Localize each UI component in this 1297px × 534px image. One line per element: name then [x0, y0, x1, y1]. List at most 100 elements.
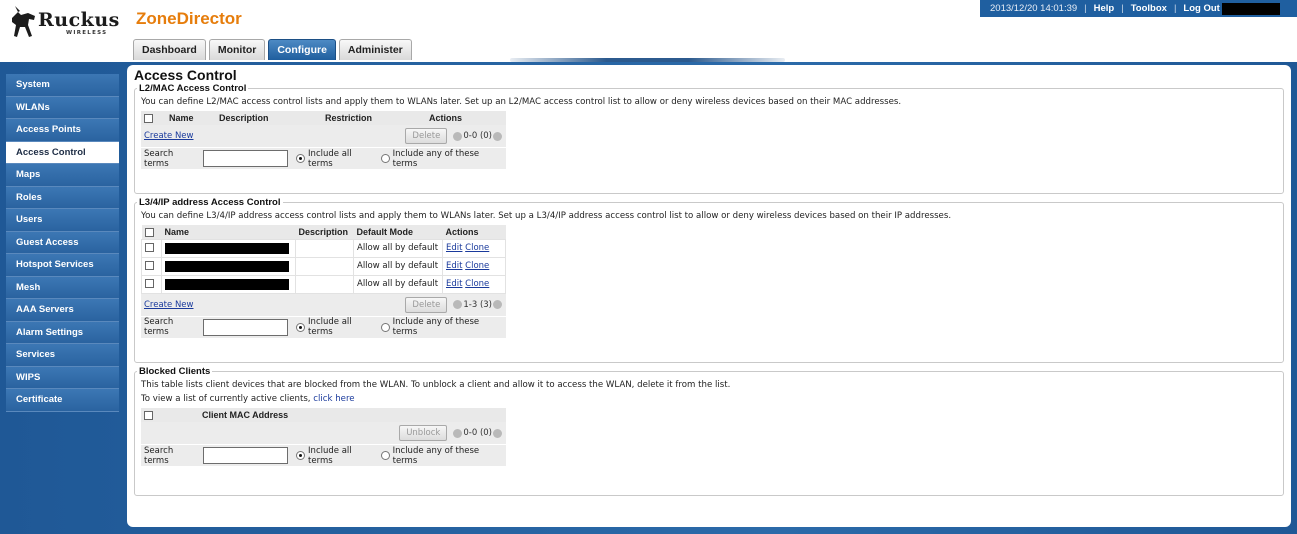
blocked-clients-legend: Blocked Clients: [139, 366, 211, 377]
l2-search-row: Search terms Include all terms Include a…: [141, 147, 506, 169]
tab-configure[interactable]: Configure: [268, 39, 336, 60]
include-any-radio[interactable]: [380, 451, 390, 460]
redacted-name: [165, 242, 289, 254]
l3-search-row: Search terms Include all terms Include a…: [141, 315, 506, 338]
sidebar-item-alarm-settings[interactable]: Alarm Settings: [6, 321, 119, 344]
include-all-label: Include all terms: [308, 317, 352, 337]
include-any-radio[interactable]: [380, 154, 390, 163]
help-link[interactable]: Help: [1094, 3, 1115, 14]
ruckus-logo: Ruckus WIRELESS: [8, 6, 123, 40]
search-label: Search terms: [144, 317, 174, 337]
sidebar-item-access-points[interactable]: Access Points: [6, 119, 119, 142]
clone-link[interactable]: Clone: [465, 261, 489, 271]
row-default-mode: Allow all by default: [353, 238, 443, 258]
sidebar-item-aaa-servers[interactable]: AAA Servers: [6, 299, 119, 322]
logout-link[interactable]: Log Out: [1183, 3, 1219, 14]
prev-page-icon[interactable]: [453, 428, 463, 438]
delete-button[interactable]: Delete: [405, 128, 448, 144]
prev-page-icon[interactable]: [453, 131, 463, 141]
select-all-checkbox[interactable]: [144, 411, 153, 421]
content-panel: Access Control L2/MAC Access Control You…: [127, 65, 1291, 527]
include-all-radio[interactable]: [296, 154, 306, 163]
l2-mac-legend: L2/MAC Access Control: [139, 83, 247, 94]
table-row: Allow all by default Edit Clone: [141, 256, 506, 276]
pager: 0-0 (0): [452, 131, 503, 141]
separator: |: [1084, 3, 1087, 14]
sidebar-item-access-control[interactable]: Access Control: [6, 141, 119, 164]
top-bar: Ruckus WIRELESS ZoneDirector 2013/12/20 …: [0, 0, 1297, 62]
row-description: [295, 238, 354, 258]
blocked-table-wrap: Client MAC Address Unblock 0-0 (0) Searc…: [141, 408, 506, 466]
sidebar-item-system[interactable]: System: [6, 74, 119, 97]
sidebar-item-hotspot-services[interactable]: Hotspot Services: [6, 254, 119, 277]
column-header: Description: [295, 225, 354, 239]
utility-bar: 2013/12/20 14:01:39 | Help | Toolbox | L…: [980, 0, 1297, 17]
include-any-label: Include any of these terms: [392, 148, 480, 169]
edit-link[interactable]: Edit: [446, 279, 462, 289]
l2-toolbar: Create New Delete 0-0 (0): [141, 125, 506, 147]
toolbox-link[interactable]: Toolbox: [1131, 3, 1167, 14]
edit-link[interactable]: Edit: [446, 261, 462, 271]
column-header: Client MAC Address: [199, 408, 506, 422]
create-new-link[interactable]: Create New: [144, 131, 194, 141]
sidebar-item-maps[interactable]: Maps: [6, 164, 119, 187]
include-all-radio[interactable]: [296, 322, 306, 332]
select-all-checkbox[interactable]: [144, 114, 153, 124]
sidebar-item-services[interactable]: Services: [6, 344, 119, 367]
column-header: Description: [216, 111, 322, 125]
select-all-checkbox[interactable]: [144, 227, 154, 237]
create-new-link[interactable]: Create New: [144, 300, 194, 310]
prev-page-icon[interactable]: [453, 300, 463, 309]
search-input[interactable]: [202, 318, 289, 336]
sidebar-item-wips[interactable]: WIPS: [6, 366, 119, 389]
row-checkbox[interactable]: [145, 261, 154, 270]
edit-link[interactable]: Edit: [446, 243, 462, 253]
include-any-radio[interactable]: [380, 322, 390, 332]
include-any-label: Include any of these terms: [392, 445, 480, 466]
row-checkbox[interactable]: [145, 243, 154, 252]
row-default-mode: Allow all by default: [353, 256, 443, 276]
pager: 0-0 (0): [452, 428, 503, 438]
next-page-icon[interactable]: [493, 428, 502, 438]
table-row: Allow all by default Edit Clone: [141, 238, 506, 258]
column-header: Default Mode: [353, 225, 443, 239]
brand-wordmark: Ruckus: [38, 9, 120, 31]
blocked-clients-section: Blocked Clients This table lists client …: [134, 366, 1284, 496]
redacted-username: [1221, 2, 1280, 15]
search-label: Search terms: [144, 445, 174, 466]
delete-button[interactable]: Delete: [405, 296, 448, 313]
pager-range: 1-3 (3): [463, 299, 492, 310]
main-tabs: Dashboard Monitor Configure Administer: [133, 39, 415, 60]
column-header: Actions: [442, 225, 506, 239]
search-input[interactable]: [202, 150, 289, 167]
tab-dashboard[interactable]: Dashboard: [133, 39, 206, 60]
click-here-link[interactable]: click here: [313, 394, 354, 404]
sidebar-item-users[interactable]: Users: [6, 209, 119, 232]
clone-link[interactable]: Clone: [465, 243, 489, 253]
sidebar-item-certificate[interactable]: Certificate: [6, 389, 119, 412]
search-input[interactable]: [202, 447, 289, 464]
row-default-mode: Allow all by default: [353, 274, 443, 294]
l3-ip-description: You can define L3/4/IP address access co…: [141, 211, 952, 221]
sidebar: System WLANs Access Points Access Contro…: [6, 74, 119, 412]
column-header: Actions: [426, 111, 506, 125]
active-clients-text: To view a list of currently active clien…: [141, 394, 314, 404]
tab-monitor[interactable]: Monitor: [208, 39, 266, 60]
sidebar-item-wlans[interactable]: WLANs: [6, 96, 119, 119]
l3-ip-table-wrap: Name Description Default Mode Actions Al…: [141, 225, 506, 338]
pager-range: 0-0 (0): [463, 131, 492, 141]
tab-administer[interactable]: Administer: [338, 39, 412, 60]
sidebar-item-roles[interactable]: Roles: [6, 186, 119, 209]
next-page-icon[interactable]: [493, 300, 502, 309]
sidebar-item-mesh[interactable]: Mesh: [6, 276, 119, 299]
include-all-radio[interactable]: [296, 451, 306, 460]
row-checkbox[interactable]: [145, 279, 154, 288]
next-page-icon[interactable]: [493, 131, 502, 141]
sidebar-item-guest-access[interactable]: Guest Access: [6, 231, 119, 254]
row-description: [295, 256, 354, 276]
include-all-label: Include all terms: [308, 445, 352, 466]
active-clients-hint: To view a list of currently active clien…: [141, 394, 1278, 405]
clone-link[interactable]: Clone: [465, 279, 489, 289]
unblock-button[interactable]: Unblock: [399, 425, 448, 441]
l2-mac-description: You can define L2/MAC access control lis…: [141, 97, 902, 107]
